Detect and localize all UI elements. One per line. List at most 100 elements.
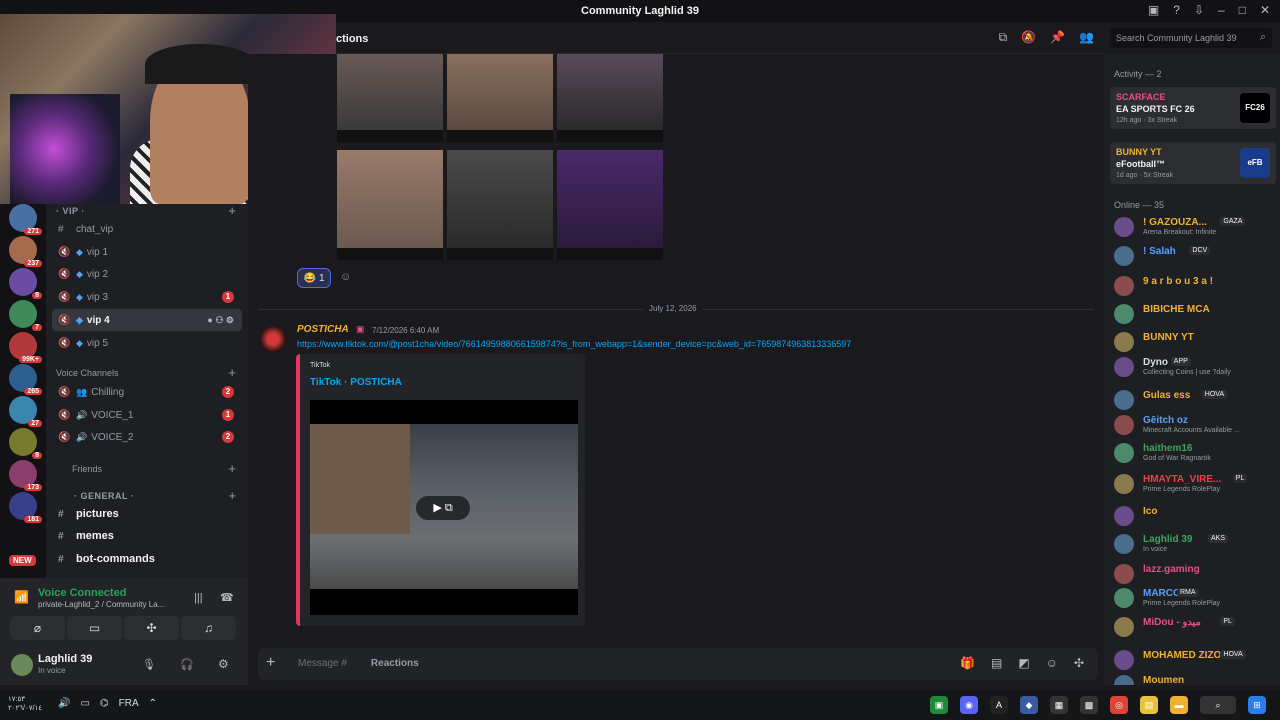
avatar[interactable] xyxy=(1114,443,1134,463)
image-tile[interactable] xyxy=(557,150,663,260)
chrome-icon[interactable]: ◎ xyxy=(1110,696,1128,714)
close-icon[interactable]: ✕ xyxy=(1260,3,1270,17)
embed-title[interactable]: TikTok · POSTICHA xyxy=(310,377,402,388)
server-icon[interactable]: 271 xyxy=(9,204,42,235)
member-name[interactable]: BIBICHE MCA xyxy=(1143,304,1210,315)
language-indicator[interactable]: FRA xyxy=(119,698,139,709)
member-name[interactable]: MARCO xyxy=(1143,588,1181,599)
folder-icon[interactable]: ▬ xyxy=(1170,696,1188,714)
maximize-icon[interactable]: □ xyxy=(1239,3,1246,17)
attach-icon[interactable]: + xyxy=(266,654,275,672)
image-attachment-grid[interactable] xyxy=(337,54,665,266)
message-composer[interactable]: + Message # Reactions 🎁 ▤ ◩ ☺ ✣ xyxy=(258,648,1098,680)
add-channel-icon[interactable]: + xyxy=(228,365,236,380)
notification-off-icon[interactable]: 🔕 xyxy=(1021,30,1036,45)
message-author[interactable]: POSTICHA xyxy=(297,324,349,335)
screen-share-button[interactable]: ▭ xyxy=(67,616,122,640)
voice-channel-path[interactable]: private-Laghlid_2 / Community La... xyxy=(38,600,164,609)
member-row[interactable]: HMAYTA_VIRE... PL Prime Legends RolePlay xyxy=(1110,471,1278,497)
clock[interactable]: ١٧:٥٣ ٢٠٢٦/٠٧/١٤ xyxy=(8,695,42,713)
server-icon[interactable]: 173 xyxy=(9,460,42,491)
avatar[interactable] xyxy=(1114,415,1134,435)
inbox-icon[interactable]: ▣ xyxy=(1148,3,1159,17)
member-row[interactable]: ! GAZOUZA... GAZA Arena Breakout: Infinite xyxy=(1110,214,1278,240)
avatar[interactable] xyxy=(1114,217,1134,237)
threads-icon[interactable]: ⧉ xyxy=(999,30,1008,45)
member-name[interactable]: haithem16 xyxy=(1143,443,1192,454)
channel-voice-2[interactable]: 🔇 🔊 VOICE_2 2 xyxy=(52,426,242,448)
avatar[interactable] xyxy=(1114,588,1134,608)
member-row[interactable]: MOHAMED ZIZO HOVA xyxy=(1110,647,1278,673)
channel-vip-4[interactable]: 🔇 ◆ vip 4 ● ⚇ ⚙ xyxy=(52,309,242,331)
channel-voice-1[interactable]: 🔇 🔊 VOICE_1 1 xyxy=(52,404,242,426)
channel-pictures[interactable]: # pictures xyxy=(52,503,242,525)
image-tile[interactable] xyxy=(447,54,553,142)
avatar[interactable] xyxy=(1114,650,1134,670)
member-name[interactable]: MOHAMED ZIZO xyxy=(1143,650,1221,661)
chevron-up-icon[interactable]: ⌃ xyxy=(149,698,157,709)
member-row[interactable]: BUNNY YT xyxy=(1110,329,1278,355)
channel-vip-2[interactable]: 🔇 ◆ vip 2 xyxy=(52,263,242,285)
member-row[interactable]: Gulas ess HOVA xyxy=(1110,387,1278,413)
apps-icon[interactable]: ✣ xyxy=(1074,656,1084,670)
gift-icon[interactable]: 🎁 xyxy=(960,656,975,670)
member-row[interactable]: haithem16 God of War Ragnarök xyxy=(1110,440,1278,466)
avatar[interactable] xyxy=(1114,246,1134,266)
app-icon[interactable]: ▦ xyxy=(1050,696,1068,714)
channel-chat-vip[interactable]: # chat_vip xyxy=(52,218,242,240)
play-button[interactable]: ▶ ⧉ xyxy=(416,496,470,520)
member-row[interactable]: MARCO RMA Prime Legends RolePlay xyxy=(1110,585,1278,611)
discord-icon[interactable]: ◉ xyxy=(960,696,978,714)
avatar[interactable] xyxy=(1114,564,1134,584)
member-row[interactable]: Moumen xyxy=(1110,672,1278,685)
activity-card[interactable]: SCARFACE EA SPORTS FC 26 12h ago · 3x St… xyxy=(1110,87,1276,129)
start-icon[interactable]: ⊞ xyxy=(1248,696,1266,714)
category-friends[interactable]: Friends xyxy=(72,464,102,474)
member-row[interactable]: Ico xyxy=(1110,503,1278,529)
server-icon[interactable]: 27 xyxy=(9,396,42,427)
member-row[interactable]: ! Salah DCV xyxy=(1110,243,1278,269)
member-row[interactable]: Gēitch oz Minecraft Accounts Available ..… xyxy=(1110,412,1278,438)
emoji-icon[interactable]: ☺ xyxy=(1046,656,1058,670)
member-name[interactable]: Gēitch oz xyxy=(1143,415,1188,426)
user-name[interactable]: Laghlid 39 xyxy=(38,653,92,665)
member-row[interactable]: BIBICHE MCA xyxy=(1110,301,1278,327)
member-row[interactable]: Dyno APP Collecting Coins | use ?daily xyxy=(1110,354,1278,380)
add-channel-icon[interactable]: + xyxy=(228,203,236,218)
category-voice[interactable]: Voice Channels xyxy=(56,368,119,378)
avatar[interactable] xyxy=(1114,474,1134,494)
reaction-button[interactable]: 😂 1 xyxy=(297,268,331,288)
soundboard-button[interactable]: ♫ xyxy=(181,616,236,640)
channel-chilling[interactable]: 🔇 👥 Chilling 2 xyxy=(52,381,242,403)
channel-vip-1[interactable]: 🔇 ◆ vip 1 xyxy=(52,241,242,263)
add-reaction-icon[interactable]: ☺ xyxy=(340,271,351,283)
avatar[interactable] xyxy=(11,654,33,676)
server-icon[interactable]: 8 xyxy=(9,268,42,299)
server-icon[interactable]: 265 xyxy=(9,364,42,395)
add-channel-icon[interactable]: + xyxy=(228,488,236,503)
server-icon[interactable]: 7 xyxy=(9,300,42,331)
channel-vip-3[interactable]: 🔇 ◆ vip 3 1 xyxy=(52,286,242,308)
member-row[interactable]: MiDou - ميدو PL xyxy=(1110,614,1278,640)
avatar[interactable] xyxy=(1114,304,1134,324)
member-name[interactable]: Ico xyxy=(1143,506,1157,517)
microphone-icon[interactable]: 🎙 xyxy=(142,658,156,671)
server-icon[interactable]: 237 xyxy=(9,236,42,267)
noise-suppression-icon[interactable]: ||| xyxy=(194,592,203,604)
member-name[interactable]: Laghlid 39 xyxy=(1143,534,1192,545)
member-name[interactable]: MiDou - ميدو xyxy=(1143,617,1201,628)
message-input[interactable]: Message # Reactions xyxy=(298,658,419,669)
message-link[interactable]: https://www.tiktok.com/@post1cha/video/7… xyxy=(297,339,851,349)
avatar[interactable] xyxy=(1114,617,1134,637)
member-name[interactable]: ! Salah xyxy=(1143,246,1176,257)
app-icon[interactable]: ▣ xyxy=(930,696,948,714)
channel-bot-commands[interactable]: # bot-commands xyxy=(52,548,242,570)
member-name[interactable]: HMAYTA_VIRE... xyxy=(1143,474,1221,485)
avatar[interactable] xyxy=(1114,506,1134,526)
channel-memes[interactable]: # memes xyxy=(52,525,242,547)
settings-icon[interactable]: ⚙ xyxy=(218,657,229,671)
avatar[interactable] xyxy=(1114,276,1134,296)
avatar[interactable] xyxy=(1114,534,1134,554)
image-tile[interactable] xyxy=(557,54,663,142)
channel-tools[interactable]: ● ⚇ ⚙ xyxy=(207,315,234,326)
